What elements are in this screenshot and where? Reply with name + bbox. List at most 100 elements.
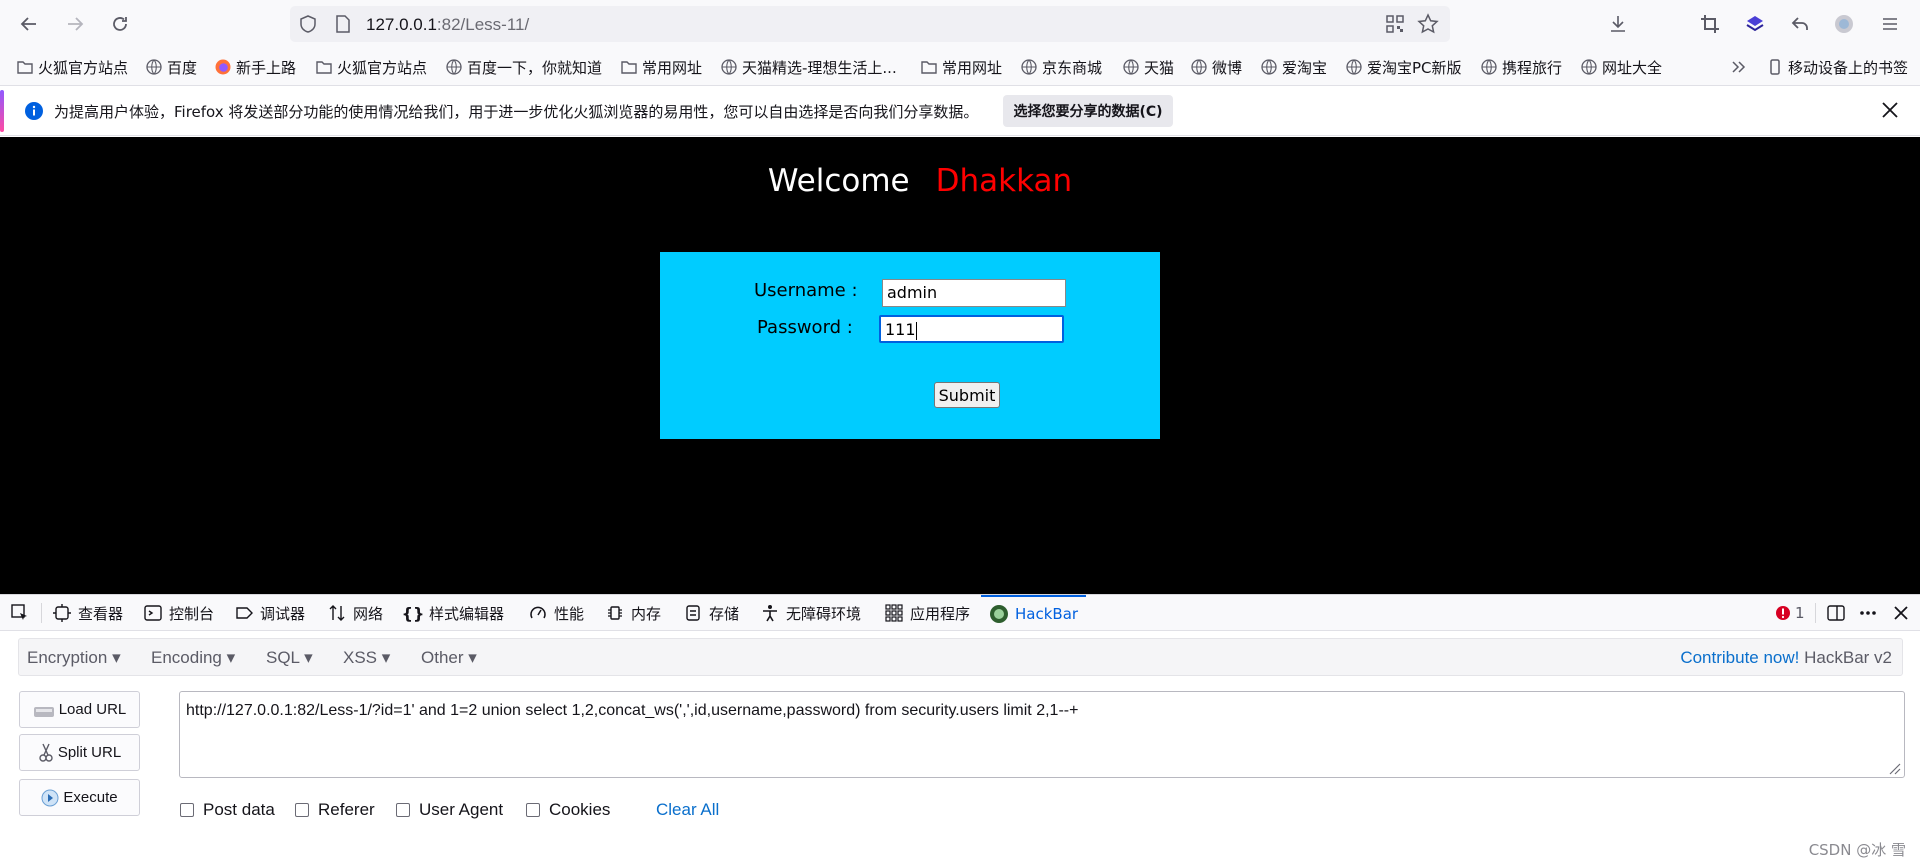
undo-icon <box>1791 17 1808 30</box>
crop-icon <box>1701 15 1719 33</box>
browser-toolbar: 127.0.0.1:82/Less-11/ <box>0 0 1920 48</box>
bookmark-item[interactable]: 火狐官方站点 <box>16 56 128 78</box>
execute-button[interactable]: Execute <box>19 779 140 816</box>
star-icon[interactable] <box>1417 13 1439 39</box>
checkbox-box[interactable] <box>180 803 194 817</box>
bookmark-item[interactable]: 常用网址 <box>620 56 702 78</box>
bookmark-item[interactable]: 百度 <box>145 56 197 78</box>
hackbar-url-textarea[interactable]: http://127.0.0.1:82/Less-1/?id=1' and 1=… <box>179 691 1905 778</box>
menu-encryption[interactable]: Encryption ▾ <box>27 648 121 668</box>
submit-button[interactable]: Submit <box>934 382 1000 408</box>
hackbar-panel: Encryption ▾ Encoding ▾ SQL ▾ XSS ▾ Othe… <box>0 631 1920 866</box>
checkbox-box[interactable] <box>526 803 540 817</box>
arrow-right-icon <box>68 17 84 31</box>
cookies-checkbox[interactable]: Cookies <box>526 800 610 820</box>
tab-storage[interactable]: 存储 <box>683 595 739 631</box>
tab-memory[interactable]: 内存 <box>605 595 661 631</box>
share-data-button[interactable]: 选择您要分享的数据(C) <box>1003 95 1173 127</box>
bookmark-item[interactable]: 天猫精选-理想生活上... <box>720 56 897 78</box>
load-icon <box>33 701 55 719</box>
globe-icon <box>446 59 462 75</box>
qr-code-icon[interactable] <box>1385 14 1405 38</box>
bookmark-item[interactable]: 微博 <box>1190 56 1242 78</box>
url-text[interactable]: 127.0.0.1:82/Less-11/ <box>366 15 529 35</box>
page-icon[interactable] <box>334 14 352 38</box>
contribute-link[interactable]: Contribute now! <box>1680 648 1799 667</box>
undo-button[interactable] <box>1782 6 1818 42</box>
dock-button[interactable] <box>1826 595 1846 631</box>
bookmark-item[interactable]: 网址大全 <box>1580 56 1662 78</box>
menu-other[interactable]: Other ▾ <box>421 648 477 668</box>
memory-icon <box>605 603 625 623</box>
clear-all-link[interactable]: Clear All <box>656 800 719 820</box>
user-agent-checkbox[interactable]: User Agent <box>396 800 503 820</box>
post-data-checkbox[interactable]: Post data <box>180 800 275 820</box>
tab-application[interactable]: 应用程序 <box>884 595 970 631</box>
element-picker-button[interactable] <box>10 595 30 631</box>
tab-inspector[interactable]: 查看器 <box>52 595 123 631</box>
menu-xss[interactable]: XSS ▾ <box>343 648 390 668</box>
split-url-button[interactable]: Split URL <box>19 734 140 771</box>
globe-icon <box>1346 59 1362 75</box>
menu-button[interactable] <box>1872 6 1908 42</box>
menu-encoding[interactable]: Encoding ▾ <box>151 648 235 668</box>
globe-icon <box>1581 59 1597 75</box>
console-icon <box>143 603 163 623</box>
chevron-double-right-icon <box>1732 61 1746 73</box>
extension-button[interactable] <box>1737 6 1773 42</box>
account-button[interactable] <box>1826 6 1862 42</box>
tab-console[interactable]: 控制台 <box>143 595 214 631</box>
download-icon <box>1611 16 1625 32</box>
checkbox-box[interactable] <box>396 803 410 817</box>
bookmark-item[interactable]: 天猫 <box>1122 56 1174 78</box>
bookmark-item[interactable]: 携程旅行 <box>1480 56 1562 78</box>
tab-network[interactable]: 网络 <box>327 595 383 631</box>
bookmark-item[interactable]: 爱淘宝PC新版 <box>1345 56 1462 78</box>
referer-checkbox[interactable]: Referer <box>295 800 375 820</box>
folder-icon <box>921 61 937 74</box>
url-bar[interactable]: 127.0.0.1:82/Less-11/ <box>290 6 1450 42</box>
reload-button[interactable] <box>100 4 140 44</box>
bookmark-item[interactable]: 京东商城 <box>1020 56 1102 78</box>
bookmark-item[interactable]: 爱淘宝 <box>1260 56 1327 78</box>
tab-hackbar[interactable]: HackBar <box>981 595 1087 631</box>
accessibility-icon <box>760 603 780 623</box>
checkbox-box[interactable] <box>295 803 309 817</box>
globe-icon <box>1481 59 1497 75</box>
load-url-button[interactable]: Load URL <box>19 691 140 728</box>
bookmark-item[interactable]: 火狐官方站点 <box>315 56 427 78</box>
globe-icon <box>1021 59 1037 75</box>
tab-debugger[interactable]: 调试器 <box>234 595 305 631</box>
bookmarks-toolbar: 火狐官方站点 百度 新手上路 火狐官方站点 百度一下，你就知道 常用网址 天猫精… <box>0 48 1920 86</box>
grid-icon <box>884 603 904 623</box>
password-input[interactable]: 111 <box>879 315 1064 343</box>
resize-grip-icon[interactable] <box>1887 761 1901 779</box>
arrow-left-icon <box>20 17 36 31</box>
bookmark-item[interactable]: 常用网址 <box>920 56 1002 78</box>
pointer-icon <box>11 604 27 620</box>
mobile-bookmarks[interactable]: 移动设备上的书签 <box>1766 56 1908 78</box>
tab-performance[interactable]: 性能 <box>528 595 584 631</box>
tab-accessibility[interactable]: 无障碍环境 <box>760 595 861 631</box>
menu-sql[interactable]: SQL ▾ <box>266 648 313 668</box>
crop-button[interactable] <box>1692 6 1728 42</box>
more-options-button[interactable] <box>1858 595 1878 631</box>
bookmark-item[interactable]: 新手上路 <box>214 56 296 78</box>
firefox-icon <box>215 59 231 75</box>
username-input[interactable]: admin <box>882 279 1066 307</box>
bookmarks-overflow-button[interactable] <box>1730 56 1748 78</box>
download-button[interactable] <box>1600 6 1636 42</box>
notification-bar: 为提高用户体验，Firefox 将发送部分功能的使用情况给我们，用于进一步优化火… <box>0 86 1920 136</box>
ellipsis-icon <box>1860 611 1876 615</box>
close-devtools-button[interactable] <box>1892 595 1910 631</box>
bookmark-item[interactable]: 百度一下，你就知道 <box>445 56 602 78</box>
notification-text: 为提高用户体验，Firefox 将发送部分功能的使用情况给我们，用于进一步优化火… <box>54 103 979 121</box>
shield-icon[interactable] <box>298 14 318 38</box>
globe-icon <box>721 59 737 75</box>
tab-style-editor[interactable]: {} 样式编辑器 <box>402 595 504 631</box>
folder-icon <box>316 61 332 74</box>
forward-button[interactable] <box>55 4 95 44</box>
error-count-badge[interactable]: 1 <box>1775 595 1805 631</box>
close-notification-button[interactable] <box>1880 100 1900 124</box>
back-button[interactable] <box>9 4 49 44</box>
